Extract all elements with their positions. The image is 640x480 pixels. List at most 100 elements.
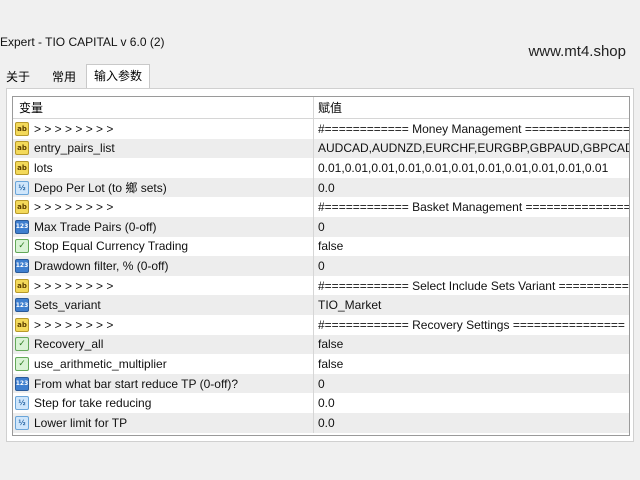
table-row[interactable]: ✓ Recovery_all false: [13, 334, 629, 355]
table-row[interactable]: 123 Drawdown filter, % (0-off) 0: [13, 256, 629, 276]
param-value: 0: [318, 258, 325, 273]
integer-type-icon: 123: [15, 258, 29, 273]
tab-inputs[interactable]: 输入参数: [86, 64, 150, 89]
integer-type-icon: 123: [15, 219, 29, 234]
string-type-icon: ab: [15, 278, 29, 293]
boolean-type-icon: ✓: [15, 337, 29, 352]
param-name: entry_pairs_list: [34, 141, 115, 156]
table-row[interactable]: ab > > > > > > > > #============ Recovery …: [13, 314, 629, 335]
boolean-type-icon: ✓: [15, 239, 29, 254]
param-name-cell: ab > > > > > > > >: [13, 276, 313, 296]
window-title: Expert - TIO CAPITAL v 6.0 (2): [0, 35, 165, 49]
param-name-cell: 123 Max Trade Pairs (0-off): [13, 217, 313, 237]
double-type-icon: ½: [15, 415, 29, 430]
string-type-icon: ab: [15, 317, 29, 332]
table-row[interactable]: 123 From what bar start reduce TP (0-off)…: [13, 373, 629, 394]
table-row[interactable]: ab lots 0.01,0.01,0.01,0.01,0.01,0.01,0.01…: [13, 158, 629, 178]
param-name: > > > > > > > >: [34, 278, 114, 293]
param-value-cell[interactable]: 0.01,0.01,0.01,0.01,0.01,0.01,0.01,0.01,…: [313, 158, 629, 178]
table-row[interactable]: ✓ use_arithmetic_multiplier false: [13, 354, 629, 374]
string-type-icon: ab: [15, 121, 29, 136]
param-value: AUDCAD,AUDNZD,EURCHF,EURGBP,GBPAUD,GBPCA…: [318, 141, 629, 156]
param-value-cell[interactable]: 0.0: [313, 393, 629, 413]
param-value-cell[interactable]: #============ Basket Management ========…: [313, 197, 629, 217]
table-row[interactable]: ½ Lower limit for TP 0.0: [13, 412, 629, 433]
table-header: 变量 赋值: [13, 97, 629, 119]
param-value-cell[interactable]: TIO_Market: [313, 295, 629, 315]
param-value: #============ Recovery Settings ========…: [318, 317, 625, 332]
param-value: #============ Basket Management ========…: [318, 200, 629, 215]
param-name-cell: 123 Drawdown filter, % (0-off): [13, 256, 313, 276]
param-name: Recovery_all: [34, 337, 104, 352]
param-name-cell: ½ Lower limit for TP: [13, 413, 313, 433]
param-name: Max Trade Pairs (0-off): [34, 219, 157, 234]
tab-common[interactable]: 常用: [44, 66, 84, 88]
column-header-variable[interactable]: 变量: [13, 97, 313, 118]
param-value-cell[interactable]: #============ Money Management =========…: [313, 119, 629, 139]
param-name: > > > > > > > >: [34, 200, 114, 215]
param-name: Depo Per Lot (to 鄉 sets): [34, 181, 167, 196]
param-value: 0: [318, 219, 325, 234]
param-value-cell[interactable]: 0: [313, 373, 629, 394]
param-value-cell[interactable]: 0.0: [313, 177, 629, 198]
table-row[interactable]: ½ Step for take reducing 0.0: [13, 393, 629, 413]
param-value-cell[interactable]: false: [313, 354, 629, 374]
param-value-cell[interactable]: 0: [313, 216, 629, 237]
param-value-cell[interactable]: 0: [313, 256, 629, 276]
param-name-cell: 123 Sets_variant: [13, 295, 313, 315]
param-name: lots: [34, 160, 53, 175]
param-name: Drawdown filter, % (0-off): [34, 258, 169, 273]
integer-type-icon: 123: [15, 298, 29, 313]
param-name-cell: ab > > > > > > > >: [13, 119, 313, 139]
param-value: 0.01,0.01,0.01,0.01,0.01,0.01,0.01,0.01,…: [318, 160, 609, 175]
param-value-cell[interactable]: #============ Select Include Sets Varian…: [313, 275, 629, 296]
table-row[interactable]: ab > > > > > > > > #============ Select In…: [13, 275, 629, 296]
param-name: Lower limit for TP: [34, 415, 128, 430]
parameters-table: 变量 赋值 ab > > > > > > > > #============ Mon…: [12, 96, 630, 436]
string-type-icon: ab: [15, 160, 29, 175]
param-name-cell: ab entry_pairs_list: [13, 139, 313, 159]
param-name: Step for take reducing: [34, 396, 152, 411]
param-value: 0.0: [318, 180, 335, 195]
param-name-cell: ½ Depo Per Lot (to 鄉 sets): [13, 178, 313, 198]
tab-about[interactable]: 关于: [2, 66, 34, 88]
integer-type-icon: 123: [15, 376, 29, 391]
column-header-value[interactable]: 赋值: [313, 97, 629, 118]
param-name-cell: ab lots: [13, 158, 313, 178]
string-type-icon: ab: [15, 200, 29, 215]
param-name-cell: ab > > > > > > > >: [13, 315, 313, 335]
table-row[interactable]: ab entry_pairs_list AUDCAD,AUDNZD,EURCHF,E…: [13, 138, 629, 159]
param-name-cell: ✓ use_arithmetic_multiplier: [13, 354, 313, 374]
param-value: false: [318, 337, 344, 352]
param-value: 0.0: [318, 415, 335, 430]
tab-bar: 关于 常用 输入参数: [0, 64, 640, 89]
param-name: > > > > > > > >: [34, 121, 114, 136]
param-name: use_arithmetic_multiplier: [34, 356, 167, 371]
table-body: ab > > > > > > > > #============ Money Man…: [13, 119, 629, 433]
param-value-cell[interactable]: false: [313, 236, 629, 257]
table-row[interactable]: ✓ Stop Equal Currency Trading false: [13, 236, 629, 257]
table-row[interactable]: 123 Max Trade Pairs (0-off) 0: [13, 216, 629, 237]
param-value-cell[interactable]: 0.0: [313, 412, 629, 433]
table-row[interactable]: ½ Depo Per Lot (to 鄉 sets) 0.0: [13, 177, 629, 198]
param-value: #============ Money Management =========…: [318, 121, 629, 136]
param-value: 0: [318, 376, 325, 391]
table-row[interactable]: ab > > > > > > > > #============ Basket Ma…: [13, 197, 629, 217]
param-name-cell: ✓ Stop Equal Currency Trading: [13, 237, 313, 257]
param-name: Sets_variant: [34, 298, 101, 313]
param-name: From what bar start reduce TP (0-off)?: [34, 376, 239, 391]
param-name-cell: ✓ Recovery_all: [13, 335, 313, 355]
param-name-cell: 123 From what bar start reduce TP (0-off)…: [13, 374, 313, 394]
param-value-cell[interactable]: #============ Recovery Settings ========…: [313, 314, 629, 335]
table-row[interactable]: ab > > > > > > > > #============ Money Man…: [13, 119, 629, 139]
table-row[interactable]: 123 Sets_variant TIO_Market: [13, 295, 629, 315]
param-value-cell[interactable]: false: [313, 334, 629, 355]
param-value: false: [318, 239, 344, 254]
param-name: > > > > > > > >: [34, 317, 114, 332]
param-name: Stop Equal Currency Trading: [34, 239, 189, 254]
param-value-cell[interactable]: AUDCAD,AUDNZD,EURCHF,EURGBP,GBPAUD,GBPCA…: [313, 138, 629, 159]
param-value: 0.0: [318, 396, 335, 411]
param-value: TIO_Market: [318, 298, 382, 313]
param-name-cell: ½ Step for take reducing: [13, 393, 313, 413]
watermark: www.mt4.shop: [528, 43, 626, 60]
